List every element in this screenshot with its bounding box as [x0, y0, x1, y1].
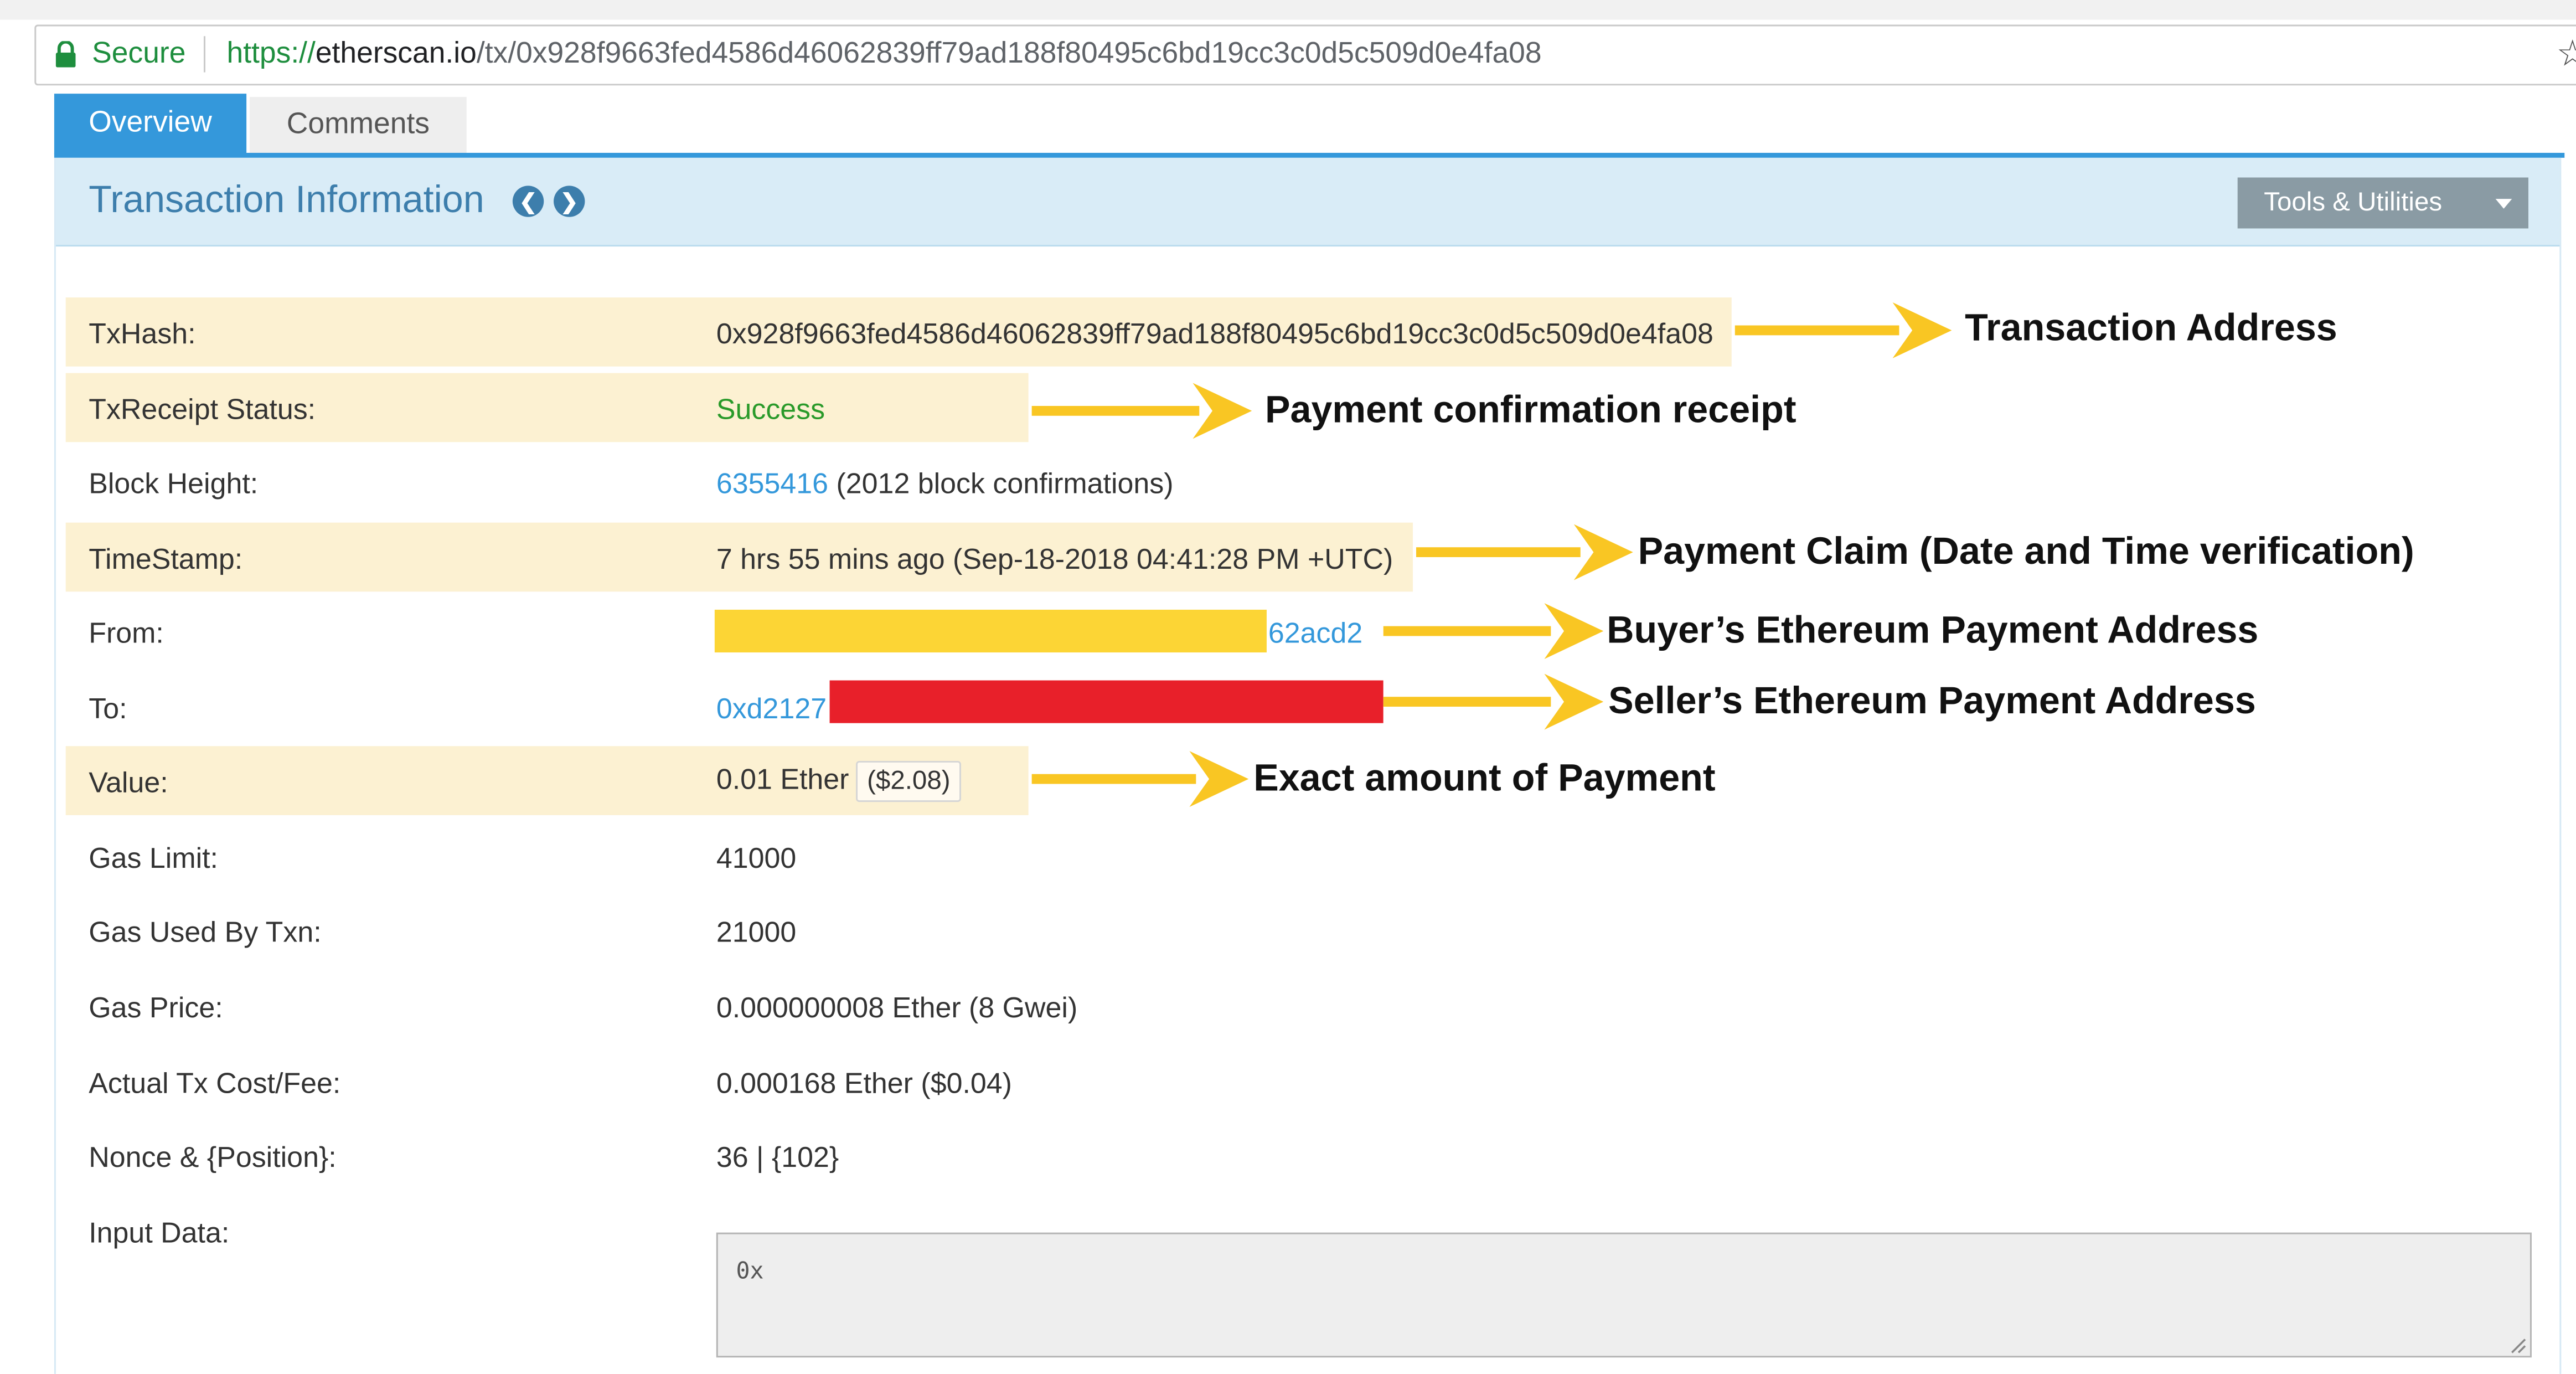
status-label: TxReceipt Status: [89, 393, 316, 426]
usd-badge: ($2.08) [855, 760, 962, 802]
input-data-field[interactable] [716, 1232, 2532, 1358]
tab-comments[interactable]: Comments [250, 97, 467, 155]
url-text[interactable]: https://etherscan.io/tx/0x928f9663fed458… [227, 36, 1542, 70]
annotation-to: Seller’s Ethereum Payment Address [1608, 678, 2256, 722]
tab-overview[interactable]: Overview [54, 94, 247, 155]
from-address-link[interactable]: 62acd2 [1268, 616, 1362, 651]
annotation-from: Buyer’s Ethereum Payment Address [1607, 608, 2259, 651]
secure-label: Secure [92, 36, 186, 69]
to-label: To: [89, 692, 127, 725]
from-arrow-icon [1383, 603, 1604, 659]
annotation-timestamp: Payment Claim (Date and Time verificatio… [1638, 529, 2414, 572]
from-redaction [714, 609, 1267, 653]
to-redaction [829, 680, 1383, 723]
tools-utilities-button[interactable]: Tools & Utilities [2237, 177, 2528, 229]
gas-limit-value: 41000 [716, 841, 797, 874]
annotation-value: Exact amount of Payment [1253, 756, 1716, 799]
timestamp-label: TimeStamp: [89, 542, 243, 575]
next-transaction-icon[interactable]: ❯ [554, 186, 585, 217]
input-data-label: Input Data: [89, 1216, 230, 1249]
status-value: Success [716, 393, 825, 426]
block-height-value: 6355416 (2012 block confirmations) [716, 467, 1174, 501]
nonce-label: Nonce & {Position}: [89, 1140, 337, 1174]
previous-transaction-icon[interactable]: ❮ [512, 186, 544, 217]
gas-price-value: 0.000000008 Ether (8 Gwei) [716, 991, 1078, 1024]
resize-handle-icon[interactable] [2507, 1335, 2527, 1355]
tools-label: Tools & Utilities [2264, 189, 2443, 217]
url-scheme: https:// [226, 36, 316, 69]
timestamp-arrow-icon [1416, 524, 1633, 580]
ether-amount: 0.01 Ether [716, 762, 849, 796]
value-arrow-icon [1031, 751, 1249, 807]
txhash-arrow-icon [1734, 302, 1952, 358]
gas-used-label: Gas Used By Txn: [89, 915, 322, 949]
input-data-value: 0x [736, 1259, 764, 1285]
annotation-txhash: Transaction Address [1965, 305, 2337, 349]
tab-underline [54, 152, 2565, 158]
block-confirmations: (2012 block confirmations) [836, 466, 1174, 500]
tx-cost-label: Actual Tx Cost/Fee: [89, 1066, 341, 1100]
tx-cost-value: 0.000168 Ether ($0.04) [716, 1066, 1012, 1100]
to-address-link[interactable]: 0xd2127 [716, 692, 827, 726]
browser-top-strip [0, 0, 2576, 20]
gas-limit-label: Gas Limit: [89, 841, 219, 874]
url-host: etherscan.io [315, 36, 477, 69]
block-height-label: Block Height: [89, 466, 259, 500]
value-label: Value: [89, 765, 168, 799]
nonce-value: 36 | {102} [716, 1140, 839, 1174]
address-divider [203, 36, 205, 73]
txhash-label: TxHash: [89, 317, 196, 351]
caret-down-icon [2495, 199, 2512, 209]
value-value: 0.01 Ether ($2.08) [716, 760, 962, 802]
to-arrow-icon [1383, 673, 1604, 730]
page-title: Transaction Information [89, 177, 484, 220]
url-path: /tx/0x928f9663fed4586d46062839ff79ad188f… [476, 36, 1542, 69]
timestamp-value: 7 hrs 55 mins ago (Sep-18-2018 04:41:28 … [716, 542, 1393, 575]
block-link[interactable]: 6355416 [716, 467, 828, 500]
gas-price-label: Gas Price: [89, 991, 223, 1024]
txhash-value: 0x928f9663fed4586d46062839ff79ad188f8049… [716, 317, 1713, 351]
lock-icon [55, 41, 76, 68]
gas-used-value: 21000 [716, 915, 797, 949]
annotation-status: Payment confirmation receipt [1264, 388, 1797, 431]
from-label: From: [89, 616, 164, 650]
bookmark-star-icon[interactable]: ☆ [2556, 33, 2576, 75]
status-arrow-icon [1031, 383, 1252, 439]
